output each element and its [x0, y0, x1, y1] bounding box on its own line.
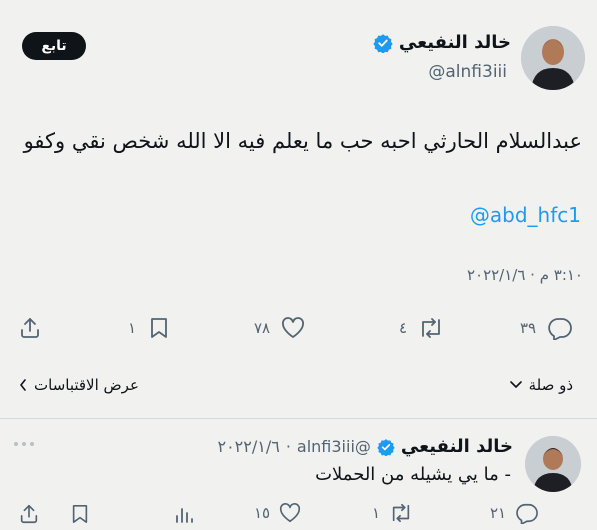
reply-author-handle[interactable]: @alnfi3iii [297, 437, 371, 456]
view-quotes-link[interactable]: عرض الاقتباسات [18, 376, 139, 394]
retweet-icon[interactable] [417, 316, 445, 340]
author-name-row: خالد النفيعي [373, 32, 511, 53]
reply-header-row: خالد النفيعي @alnfi3iii · ٢٠٢٢/١/٦ [217, 436, 513, 457]
views-icon[interactable] [174, 504, 194, 524]
retweet-icon[interactable] [388, 502, 414, 524]
bookmark-action[interactable]: ١ [128, 316, 170, 340]
reply-retweet-action[interactable]: ١ [372, 502, 414, 524]
like-icon[interactable] [278, 502, 302, 524]
share-icon[interactable] [18, 316, 42, 340]
reply-text: - ما يي يشيله من الحملات [315, 464, 511, 485]
reply-author-name[interactable]: خالد النفيعي [401, 436, 513, 457]
view-quotes-label[interactable]: عرض الاقتباسات [34, 376, 139, 394]
section-divider [0, 418, 597, 419]
retweet-count: ٤ [399, 319, 408, 337]
reply-reply-count: ٢١ [490, 504, 507, 522]
relevant-label[interactable]: ذو صلة [529, 376, 573, 394]
reply-like-count: ١٥ [254, 504, 271, 522]
reply-share-icon[interactable] [18, 503, 40, 525]
more-icon[interactable] [12, 440, 36, 448]
like-icon[interactable] [280, 316, 306, 340]
reply-bookmark-icon[interactable] [70, 503, 90, 525]
verified-badge-icon [373, 33, 393, 53]
reply-count: ٣٩ [520, 319, 537, 337]
author-name[interactable]: خالد النفيعي [399, 32, 511, 53]
like-count: ٧٨ [254, 319, 271, 337]
reply-action[interactable]: ٣٩ [520, 316, 574, 340]
reply-retweet-count: ١ [372, 504, 381, 522]
reply-icon[interactable] [514, 502, 540, 524]
tweet-mention[interactable]: @abd_hfc1 [470, 203, 581, 227]
bookmark-icon[interactable] [148, 316, 170, 340]
like-action[interactable]: ٧٨ [254, 316, 306, 340]
reply-icon[interactable] [546, 316, 574, 340]
author-handle[interactable]: @alnfi3iii [428, 62, 507, 82]
relevant-dropdown[interactable]: ذو صلة [509, 376, 573, 394]
reply-date[interactable]: ٢٠٢٢/١/٦ [217, 437, 279, 456]
chevron-left-icon [18, 378, 28, 392]
bookmark-count: ١ [128, 319, 137, 337]
tweet-timestamp[interactable]: ٣:١٠ م · ٢٠٢٢/١/٦ [467, 266, 583, 284]
reply-author-avatar[interactable] [525, 436, 581, 492]
follow-button[interactable]: تابع [22, 32, 86, 60]
tweet-text: عبدالسلام الحارثي احبه حب ما يعلم فيه ال… [23, 129, 582, 153]
reply-like-action[interactable]: ١٥ [254, 502, 302, 524]
verified-badge-icon [377, 438, 395, 456]
chevron-down-icon [509, 380, 523, 390]
reply-separator: · [285, 437, 291, 456]
reply-reply-action[interactable]: ٢١ [490, 502, 540, 524]
author-avatar[interactable] [521, 26, 585, 90]
retweet-action[interactable]: ٤ [399, 316, 445, 340]
